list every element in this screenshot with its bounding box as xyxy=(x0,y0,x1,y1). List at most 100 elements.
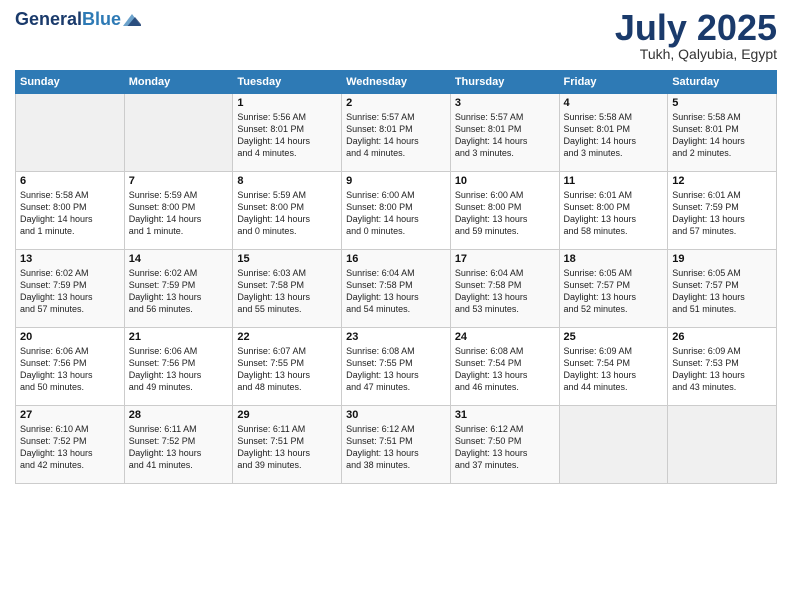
calendar-cell: 13Sunrise: 6:02 AM Sunset: 7:59 PM Dayli… xyxy=(16,250,125,328)
day-number: 12 xyxy=(672,175,772,187)
calendar-cell: 31 Sunrise: 6:12 AM Sunset: 7:50 PM Dayli… xyxy=(450,406,559,484)
day-number: 21 xyxy=(129,331,229,343)
title-block: July 2025 Tukh, Qalyubia, Egypt xyxy=(615,10,777,62)
calendar-cell: 18 Sunrise: 6:05 AM Sunset: 7:57 PM Dayli… xyxy=(559,250,668,328)
logo-text: GeneralBlue xyxy=(15,10,121,30)
day-number: 11 xyxy=(564,175,664,187)
day-info: Sunrise: 6:08 AM Sunset: 7:54 PM Dayligh… xyxy=(455,345,555,394)
day-info: Sunrise: 6:07 AM Sunset: 7:55 PM Dayligh… xyxy=(237,345,337,394)
day-info: Sunrise: 5:58 AM Sunset: 8:00 PM Dayligh… xyxy=(20,189,120,238)
weekday-header-thursday: Thursday xyxy=(450,71,559,94)
calendar: SundayMondayTuesdayWednesdayThursdayFrid… xyxy=(15,70,777,484)
day-number: 17 xyxy=(455,253,555,265)
day-number: 13 xyxy=(20,253,120,265)
calendar-cell xyxy=(668,406,777,484)
day-info: Sunrise: 6:00 AM Sunset: 8:00 PM Dayligh… xyxy=(346,189,446,238)
weekday-header-wednesday: Wednesday xyxy=(342,71,451,94)
weekday-header-sunday: Sunday xyxy=(16,71,125,94)
calendar-cell: 15 Sunrise: 6:03 AM Sunset: 7:58 PM Dayli… xyxy=(233,250,342,328)
day-number: 30 xyxy=(346,409,446,421)
calendar-cell: 27Sunrise: 6:10 AM Sunset: 7:52 PM Dayli… xyxy=(16,406,125,484)
calendar-cell: 10 Sunrise: 6:00 AM Sunset: 8:00 PM Dayli… xyxy=(450,172,559,250)
day-number: 16 xyxy=(346,253,446,265)
calendar-cell: 2 Sunrise: 5:57 AM Sunset: 8:01 PM Daylig… xyxy=(342,94,451,172)
day-number: 20 xyxy=(20,331,120,343)
day-number: 1 xyxy=(237,97,337,109)
calendar-cell xyxy=(124,94,233,172)
day-number: 31 xyxy=(455,409,555,421)
day-number: 10 xyxy=(455,175,555,187)
day-number: 28 xyxy=(129,409,229,421)
calendar-cell: 16Sunrise: 6:04 AM Sunset: 7:58 PM Dayli… xyxy=(342,250,451,328)
day-info: Sunrise: 6:00 AM Sunset: 8:00 PM Dayligh… xyxy=(455,189,555,238)
calendar-cell: 3 Sunrise: 5:57 AM Sunset: 8:01 PM Daylig… xyxy=(450,94,559,172)
calendar-cell: 12 Sunrise: 6:01 AM Sunset: 7:59 PM Dayli… xyxy=(668,172,777,250)
day-number: 9 xyxy=(346,175,446,187)
day-info: Sunrise: 6:05 AM Sunset: 7:57 PM Dayligh… xyxy=(672,267,772,316)
day-number: 23 xyxy=(346,331,446,343)
day-number: 19 xyxy=(672,253,772,265)
day-number: 2 xyxy=(346,97,446,109)
day-info: Sunrise: 6:09 AM Sunset: 7:53 PM Dayligh… xyxy=(672,345,772,394)
day-info: Sunrise: 6:06 AM Sunset: 7:56 PM Dayligh… xyxy=(20,345,120,394)
day-info: Sunrise: 6:12 AM Sunset: 7:51 PM Dayligh… xyxy=(346,423,446,472)
weekday-header-tuesday: Tuesday xyxy=(233,71,342,94)
day-number: 22 xyxy=(237,331,337,343)
location: Tukh, Qalyubia, Egypt xyxy=(615,46,777,62)
day-info: Sunrise: 6:11 AM Sunset: 7:52 PM Dayligh… xyxy=(129,423,229,472)
calendar-cell: 5 Sunrise: 5:58 AM Sunset: 8:01 PM Daylig… xyxy=(668,94,777,172)
day-number: 7 xyxy=(129,175,229,187)
calendar-cell: 23 Sunrise: 6:08 AM Sunset: 7:55 PM Dayli… xyxy=(342,328,451,406)
day-number: 3 xyxy=(455,97,555,109)
calendar-cell: 7 Sunrise: 5:59 AM Sunset: 8:00 PM Daylig… xyxy=(124,172,233,250)
day-info: Sunrise: 6:04 AM Sunset: 7:58 PM Dayligh… xyxy=(455,267,555,316)
calendar-cell: 1 Sunrise: 5:56 AM Sunset: 8:01 PM Daylig… xyxy=(233,94,342,172)
calendar-cell: 24 Sunrise: 6:08 AM Sunset: 7:54 PM Dayli… xyxy=(450,328,559,406)
day-info: Sunrise: 5:59 AM Sunset: 8:00 PM Dayligh… xyxy=(129,189,229,238)
calendar-cell: 6Sunrise: 5:58 AM Sunset: 8:00 PM Daylig… xyxy=(16,172,125,250)
calendar-cell: 21 Sunrise: 6:06 AM Sunset: 7:56 PM Dayli… xyxy=(124,328,233,406)
day-info: Sunrise: 6:03 AM Sunset: 7:58 PM Dayligh… xyxy=(237,267,337,316)
calendar-header: SundayMondayTuesdayWednesdayThursdayFrid… xyxy=(16,71,777,94)
day-number: 5 xyxy=(672,97,772,109)
day-info: Sunrise: 5:59 AM Sunset: 8:00 PM Dayligh… xyxy=(237,189,337,238)
calendar-cell: 19 Sunrise: 6:05 AM Sunset: 7:57 PM Dayli… xyxy=(668,250,777,328)
calendar-cell: 9 Sunrise: 6:00 AM Sunset: 8:00 PM Daylig… xyxy=(342,172,451,250)
day-number: 24 xyxy=(455,331,555,343)
logo: GeneralBlue xyxy=(15,10,141,30)
day-info: Sunrise: 5:57 AM Sunset: 8:01 PM Dayligh… xyxy=(346,111,446,160)
day-number: 8 xyxy=(237,175,337,187)
day-number: 15 xyxy=(237,253,337,265)
calendar-cell: 14Sunrise: 6:02 AM Sunset: 7:59 PM Dayli… xyxy=(124,250,233,328)
month-title: July 2025 xyxy=(615,10,777,46)
day-info: Sunrise: 6:01 AM Sunset: 7:59 PM Dayligh… xyxy=(672,189,772,238)
day-info: Sunrise: 6:08 AM Sunset: 7:55 PM Dayligh… xyxy=(346,345,446,394)
weekday-header-saturday: Saturday xyxy=(668,71,777,94)
day-info: Sunrise: 6:09 AM Sunset: 7:54 PM Dayligh… xyxy=(564,345,664,394)
day-info: Sunrise: 6:05 AM Sunset: 7:57 PM Dayligh… xyxy=(564,267,664,316)
day-info: Sunrise: 6:06 AM Sunset: 7:56 PM Dayligh… xyxy=(129,345,229,394)
day-number: 4 xyxy=(564,97,664,109)
day-info: Sunrise: 6:12 AM Sunset: 7:50 PM Dayligh… xyxy=(455,423,555,472)
weekday-header-friday: Friday xyxy=(559,71,668,94)
day-number: 25 xyxy=(564,331,664,343)
calendar-cell xyxy=(16,94,125,172)
day-info: Sunrise: 5:58 AM Sunset: 8:01 PM Dayligh… xyxy=(672,111,772,160)
day-info: Sunrise: 5:56 AM Sunset: 8:01 PM Dayligh… xyxy=(237,111,337,160)
calendar-cell: 26 Sunrise: 6:09 AM Sunset: 7:53 PM Dayli… xyxy=(668,328,777,406)
day-number: 18 xyxy=(564,253,664,265)
day-info: Sunrise: 6:10 AM Sunset: 7:52 PM Dayligh… xyxy=(20,423,120,472)
calendar-cell: 11Sunrise: 6:01 AM Sunset: 8:00 PM Dayli… xyxy=(559,172,668,250)
day-number: 26 xyxy=(672,331,772,343)
day-number: 29 xyxy=(237,409,337,421)
logo-icon xyxy=(123,11,141,29)
calendar-cell: 4Sunrise: 5:58 AM Sunset: 8:01 PM Daylig… xyxy=(559,94,668,172)
header: GeneralBlue July 2025 Tukh, Qalyubia, Eg… xyxy=(15,10,777,62)
day-info: Sunrise: 5:57 AM Sunset: 8:01 PM Dayligh… xyxy=(455,111,555,160)
calendar-cell xyxy=(559,406,668,484)
calendar-cell: 22 Sunrise: 6:07 AM Sunset: 7:55 PM Dayli… xyxy=(233,328,342,406)
day-info: Sunrise: 6:02 AM Sunset: 7:59 PM Dayligh… xyxy=(129,267,229,316)
calendar-cell: 17 Sunrise: 6:04 AM Sunset: 7:58 PM Dayli… xyxy=(450,250,559,328)
calendar-cell: 30 Sunrise: 6:12 AM Sunset: 7:51 PM Dayli… xyxy=(342,406,451,484)
calendar-cell: 8 Sunrise: 5:59 AM Sunset: 8:00 PM Daylig… xyxy=(233,172,342,250)
